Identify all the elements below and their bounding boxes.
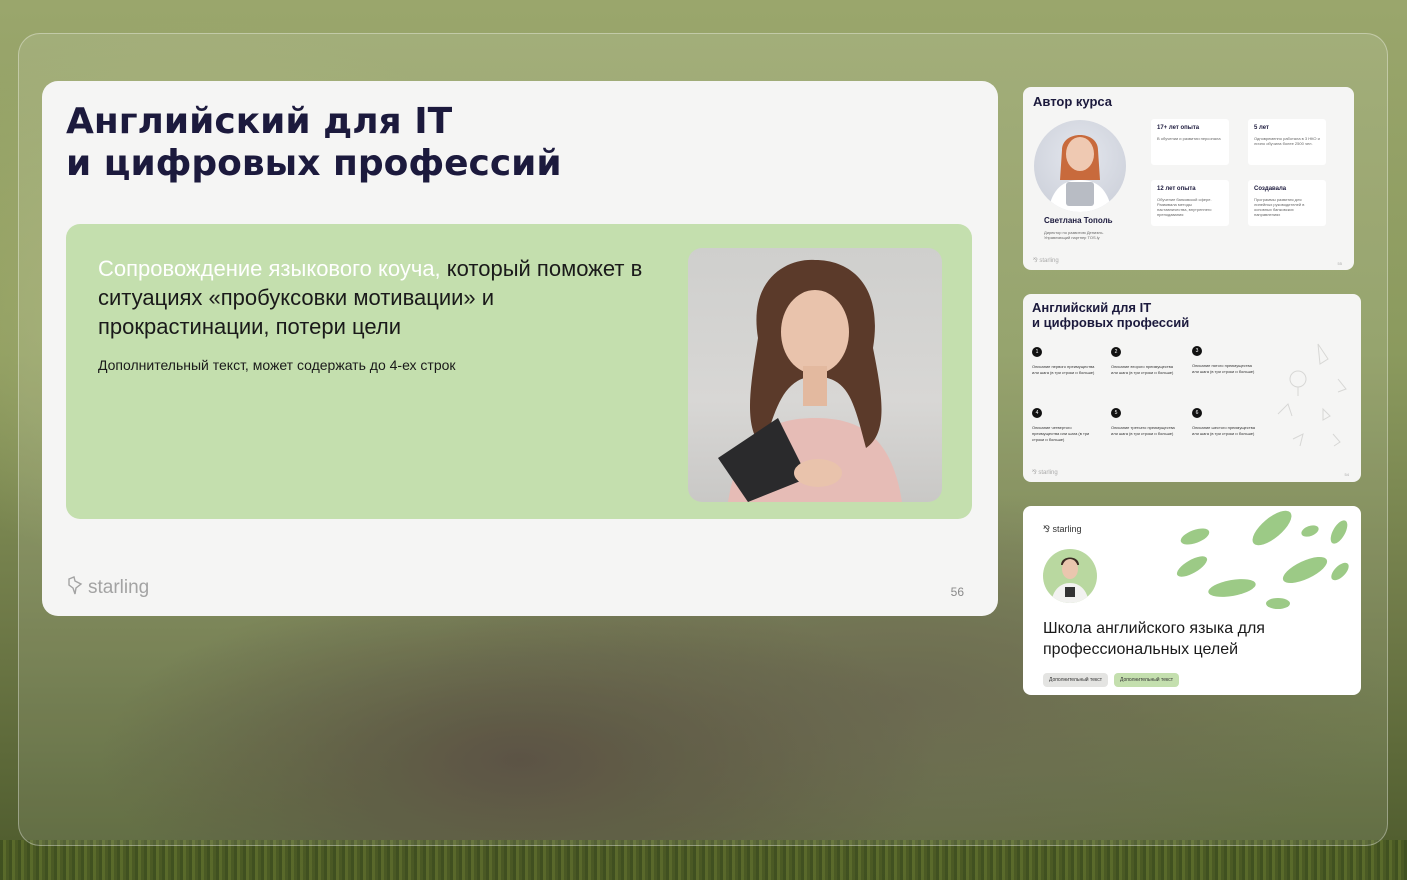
author-name: Светлана Тополь <box>1044 216 1113 225</box>
main-slide-preview[interactable]: Английский для IT и цифровых профессий С… <box>42 81 998 616</box>
starling-logo: ⅋ starling <box>1032 469 1058 476</box>
step-text: Описание первого преимущества или шага (… <box>1032 364 1095 375</box>
stat-body: Одновременно работала в 3 НКО и лично об… <box>1254 136 1320 146</box>
step-text: Описание третьего преимущества или шага … <box>1111 425 1175 436</box>
leaf-shape <box>1247 506 1297 552</box>
step-number: 4 <box>1032 408 1042 418</box>
stat-heading: 12 лет опыта <box>1157 186 1196 192</box>
step-item: 5 Описание третьего преимущества или шаг… <box>1111 408 1175 437</box>
logo-text: starling <box>88 577 150 598</box>
bird-icon: ⅋ <box>1043 524 1051 534</box>
page-number: 55 <box>1337 261 1342 266</box>
starling-logo: ⅋ starling <box>1043 524 1082 535</box>
leaf-shape <box>1299 523 1321 539</box>
additional-text: Дополнительный текст, может содержать до… <box>98 357 456 373</box>
step-item: 6 Описание шестого преимущества или шага… <box>1192 408 1256 437</box>
logo-text: starling <box>1039 258 1059 264</box>
leaf-shape <box>1266 598 1290 609</box>
tag-chip: Дополнительный текст <box>1043 673 1109 687</box>
stat-heading: 17+ лет опыта <box>1157 125 1200 131</box>
bird-icon: ⅋ <box>1033 258 1038 264</box>
slide-thumbnail-school[interactable]: ⅋ starling Школа английского языка для п… <box>1023 506 1361 695</box>
coach-info-block: Сопровождение языкового коуча, который п… <box>66 224 972 519</box>
stat-body: Программы развития для линейных руководи… <box>1254 197 1305 217</box>
stat-heading: 5 лет <box>1254 125 1269 131</box>
leaf-shape <box>1327 517 1351 547</box>
stat-body: В обучении и развитии персонала <box>1157 136 1221 141</box>
tag-chip-accent: Дополнительный текст <box>1114 673 1180 687</box>
leaf-shape <box>1279 551 1331 589</box>
thumb-title: Английский для IT и цифровых профессий <box>1032 300 1190 330</box>
step-item: 3 Описание пятого преимущества или шага … <box>1192 346 1256 375</box>
step-text: Описание второго преимущества или шага (… <box>1111 364 1174 375</box>
leaf-shape <box>1178 525 1212 548</box>
slide-thumbnail-author[interactable]: Автор курса 17+ лет опыта В обучении и р… <box>1023 87 1354 270</box>
step-text: Описание шестого преимущества или шага (… <box>1192 425 1255 436</box>
step-item: 4 Описание четвертого преимущества или ш… <box>1032 408 1096 443</box>
starling-logo: ⅋ starling <box>1033 257 1059 264</box>
logo-text: starling <box>1052 524 1082 534</box>
stat-card: Создавала Программы развития для линейны… <box>1248 180 1326 226</box>
page-number: 56 <box>950 585 964 599</box>
stat-body: Обучение банковской сфере. Развивала мет… <box>1157 197 1212 217</box>
step-item: 1 Описание первого преимущества или шага… <box>1032 347 1096 376</box>
step-number: 5 <box>1111 408 1121 418</box>
starling-logo: starling <box>66 575 149 601</box>
step-number: 6 <box>1192 408 1202 418</box>
leaf-shape <box>1206 575 1258 601</box>
stat-card: 12 лет опыта Обучение банковской сфере. … <box>1151 180 1229 226</box>
stat-card: 5 лет Одновременно работала в 3 НКО и ли… <box>1248 119 1326 165</box>
step-number: 2 <box>1111 347 1121 357</box>
moss-background <box>0 840 1407 880</box>
school-title: Школа английского языка для профессионал… <box>1043 620 1265 658</box>
lead-accent-text: Сопровождение языкового коуча, <box>98 256 441 281</box>
stat-card: 17+ лет опыта В обучении и развитии перс… <box>1151 119 1229 165</box>
coach-photo <box>688 248 942 502</box>
leaf-shape <box>1328 559 1352 584</box>
slide-thumbnail-steps[interactable]: Английский для IT и цифровых профессий 1… <box>1023 294 1361 482</box>
author-photo <box>1034 120 1126 212</box>
author-role: Директор по развитию Дениэль. Управляющи… <box>1044 230 1104 240</box>
step-text: Описание четвертого преимущества или шаг… <box>1032 425 1090 442</box>
leaf-shape <box>1174 552 1210 581</box>
stat-heading: Создавала <box>1254 186 1287 192</box>
bird-icon: ⅋ <box>1032 470 1037 476</box>
step-number: 3 <box>1192 346 1202 356</box>
step-text: Описание пятого преимущества или шага (в… <box>1192 363 1255 374</box>
page-number: 54 <box>1344 472 1349 477</box>
doodles-icon <box>1277 343 1347 447</box>
step-number: 1 <box>1032 347 1042 357</box>
logo-text: starling <box>1038 470 1058 476</box>
bird-icon <box>66 575 84 601</box>
slide-title: Английский для IT и цифровых профессий <box>66 101 562 184</box>
lead-text: Сопровождение языкового коуча, который п… <box>98 254 658 341</box>
step-item: 2 Описание второго преимущества или шага… <box>1111 347 1175 376</box>
thumb-title: Автор курса <box>1033 94 1113 109</box>
student-photo <box>1043 549 1097 603</box>
